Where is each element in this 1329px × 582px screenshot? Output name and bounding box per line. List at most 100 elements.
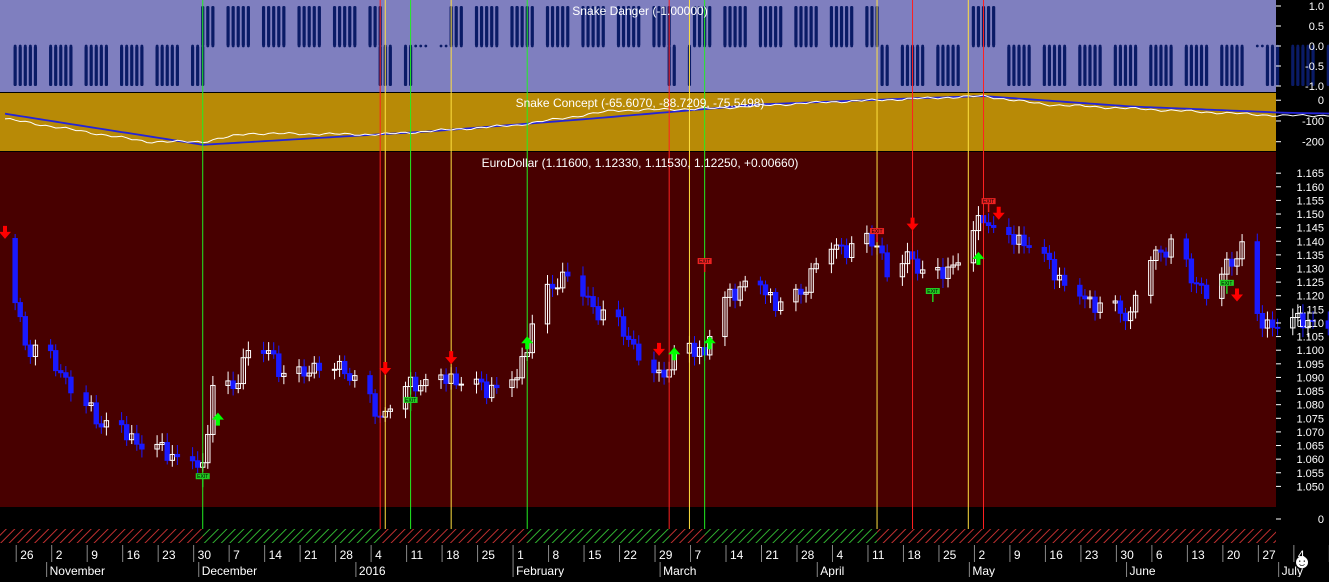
danger-bar <box>774 6 778 46</box>
danger-bar <box>89 46 93 86</box>
danger-bar <box>1017 46 1021 86</box>
danger-zero-dot <box>561 44 565 48</box>
candle-body <box>1198 283 1205 286</box>
danger-zero-dot <box>1007 44 1011 48</box>
candle-body <box>940 267 946 279</box>
danger-bar <box>743 6 747 46</box>
danger-zero-dot <box>804 44 808 48</box>
candle-body <box>620 316 627 337</box>
danger-zero-dot <box>1149 44 1153 48</box>
candle-body <box>63 372 69 378</box>
danger-bar <box>343 6 347 46</box>
danger-bar <box>1291 46 1295 86</box>
candle-body <box>757 280 764 286</box>
price-title: EuroDollar (1.11600, 1.12330, 1.11530, 1… <box>482 156 799 170</box>
danger-zero-dot <box>231 44 235 48</box>
danger-zero-dot <box>165 44 169 48</box>
price-axis-label: 1.065 <box>1296 441 1324 453</box>
danger-zero-dot <box>987 44 990 48</box>
danger-bar <box>1123 46 1128 86</box>
danger-bar <box>1189 46 1193 86</box>
danger-bar <box>1225 46 1229 86</box>
price-axis-label: 1.075 <box>1296 413 1324 425</box>
candle-body <box>691 342 698 357</box>
danger-zero-dot <box>520 44 524 48</box>
danger-zero-dot <box>28 44 32 48</box>
candle-body <box>316 362 323 371</box>
candle-body <box>1269 319 1276 328</box>
danger-zero-dot <box>312 44 316 48</box>
candle-body <box>276 353 282 377</box>
x-axis-day-label: 9 <box>91 548 98 562</box>
danger-bar <box>1265 46 1270 86</box>
candle-body <box>443 374 449 384</box>
danger-zero-dot <box>921 44 925 48</box>
danger-zero-dot <box>728 44 732 48</box>
danger-bar <box>1240 46 1244 86</box>
candle-body <box>12 238 18 304</box>
danger-zero-dot <box>120 44 124 48</box>
smiley-face-icon[interactable]: ☻ <box>1288 548 1316 576</box>
candle-body <box>123 424 130 441</box>
candle-body <box>194 460 201 468</box>
danger-bar <box>272 6 276 46</box>
danger-bar <box>1301 46 1305 86</box>
danger-bar <box>1007 46 1011 86</box>
x-axis-day-label: 6 <box>1156 548 1163 562</box>
danger-zero-dot <box>1159 44 1163 48</box>
danger-zero-dot <box>794 44 798 48</box>
danger-bar <box>738 6 742 46</box>
exit-label: EXIT <box>405 398 416 404</box>
x-axis-month-label: December <box>202 564 257 577</box>
danger-zero-dot <box>454 44 458 48</box>
candle-body <box>636 343 642 361</box>
danger-zero-dot <box>1124 44 1127 48</box>
danger-bar <box>23 46 27 86</box>
danger-zero-dot <box>830 44 833 48</box>
price-axis-label: 1.155 <box>1296 195 1324 207</box>
candle-body <box>483 381 490 399</box>
danger-bar <box>338 6 342 46</box>
chart-svg: EXITEXITEXITEXITEXITEXITEXITEXIT 1.00.50… <box>0 0 1329 578</box>
danger-zero-dot <box>439 44 443 48</box>
danger-bar <box>246 6 250 46</box>
danger-zero-dot <box>302 44 306 48</box>
x-axis-day-label: 30 <box>1120 548 1134 562</box>
danger-zero-dot <box>977 44 980 48</box>
candle-body <box>869 232 875 247</box>
danger-zero-dot <box>627 44 631 48</box>
candle-body <box>1203 284 1210 299</box>
danger-zero-dot <box>1027 44 1031 48</box>
price-axis-label: 1.140 <box>1296 236 1324 248</box>
danger-zero-dot <box>155 44 159 48</box>
danger-zero-dot <box>617 44 620 48</box>
danger-bar <box>1052 46 1057 86</box>
danger-zero-dot <box>885 44 889 48</box>
x-axis-day-label: 20 <box>1227 548 1241 562</box>
danger-zero-dot <box>18 44 22 48</box>
danger-bar <box>196 46 200 86</box>
danger-bar <box>870 6 874 46</box>
danger-zero-dot <box>125 44 129 48</box>
x-axis-day-label: 2 <box>978 548 985 562</box>
candle-body <box>595 306 601 321</box>
danger-zero-dot <box>764 44 767 48</box>
x-axis-day-label: 21 <box>766 548 780 562</box>
danger-bar <box>763 6 768 46</box>
x-axis-day-label: 13 <box>1191 548 1205 562</box>
danger-zero-dot <box>211 44 215 48</box>
danger-zero-dot <box>1235 44 1239 48</box>
danger-zero-dot <box>1088 44 1092 48</box>
danger-zero-dot <box>1225 44 1229 48</box>
exit-label: EXIT <box>871 229 882 235</box>
x-axis-day-label: 4 <box>836 548 843 562</box>
candle-body <box>93 402 99 425</box>
danger-zero-dot <box>480 44 483 48</box>
danger-zero-dot <box>130 44 134 48</box>
danger-bar <box>850 6 854 46</box>
danger-bar <box>302 6 306 46</box>
snake-danger-title: Snake Danger (-1.00000) <box>572 4 707 18</box>
danger-bar <box>1194 46 1199 86</box>
danger-zero-dot <box>1154 44 1158 48</box>
price-axis-label: 1.060 <box>1296 454 1324 466</box>
